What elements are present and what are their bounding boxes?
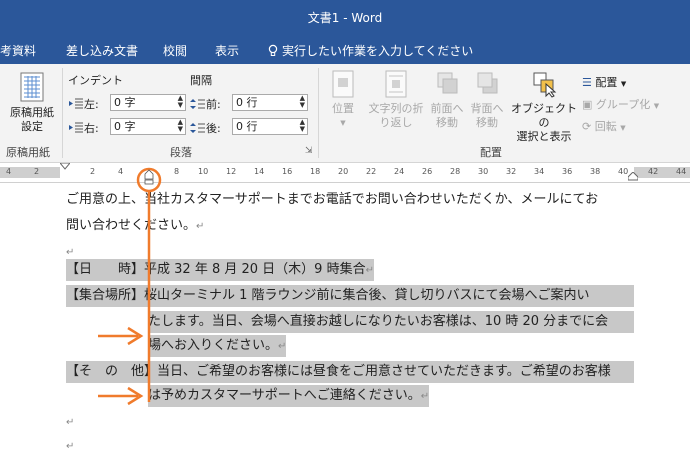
arrow-icon <box>98 326 144 346</box>
annotation-overlay <box>98 167 162 406</box>
arrow-icon <box>98 386 144 406</box>
hanging-indent-marker-icon <box>144 169 154 185</box>
